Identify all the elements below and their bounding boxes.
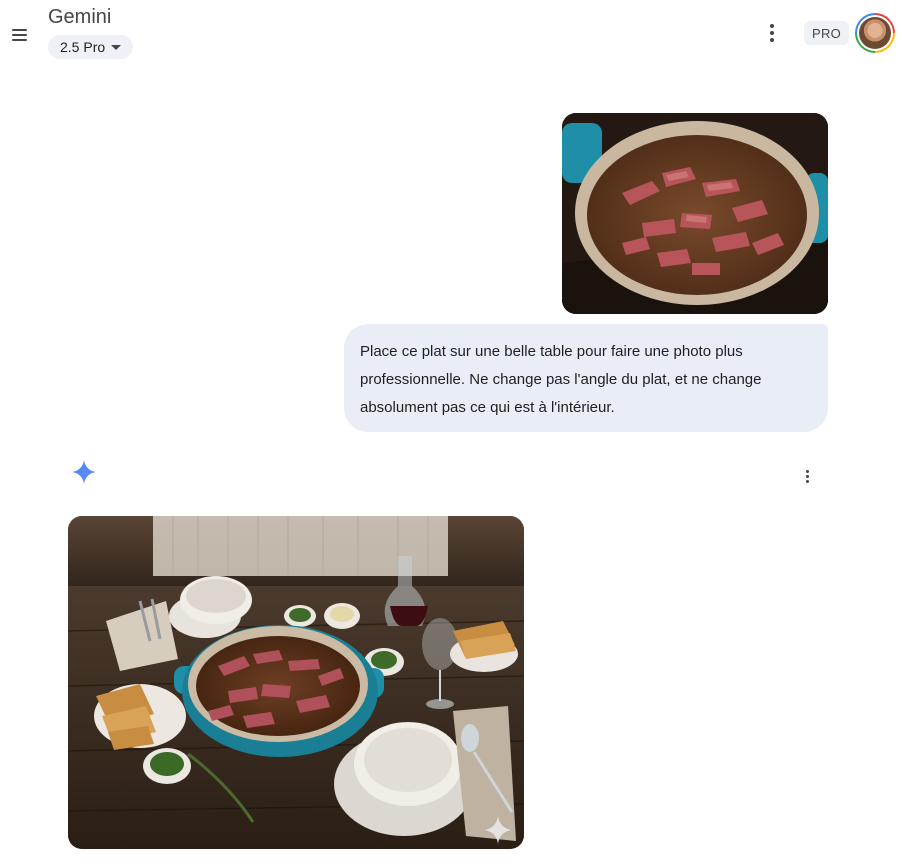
more-options-icon[interactable] — [764, 22, 780, 44]
model-selector[interactable]: 2.5 Pro — [48, 35, 134, 59]
user-uploaded-image[interactable] — [562, 113, 828, 314]
generated-image[interactable] — [68, 516, 524, 849]
avatar-photo — [859, 17, 891, 49]
user-message: Place ce plat sur une belle table pour f… — [344, 324, 828, 432]
hamburger-menu-icon[interactable] — [9, 26, 31, 46]
model-label: 2.5 Pro — [60, 39, 106, 55]
gemini-sparkle-icon — [72, 460, 96, 484]
avatar[interactable] — [855, 13, 895, 53]
response-more-icon[interactable] — [801, 468, 813, 484]
caret-down-icon — [111, 44, 122, 50]
pro-badge: PRO — [804, 21, 850, 45]
app-title: Gemini — [48, 6, 112, 28]
